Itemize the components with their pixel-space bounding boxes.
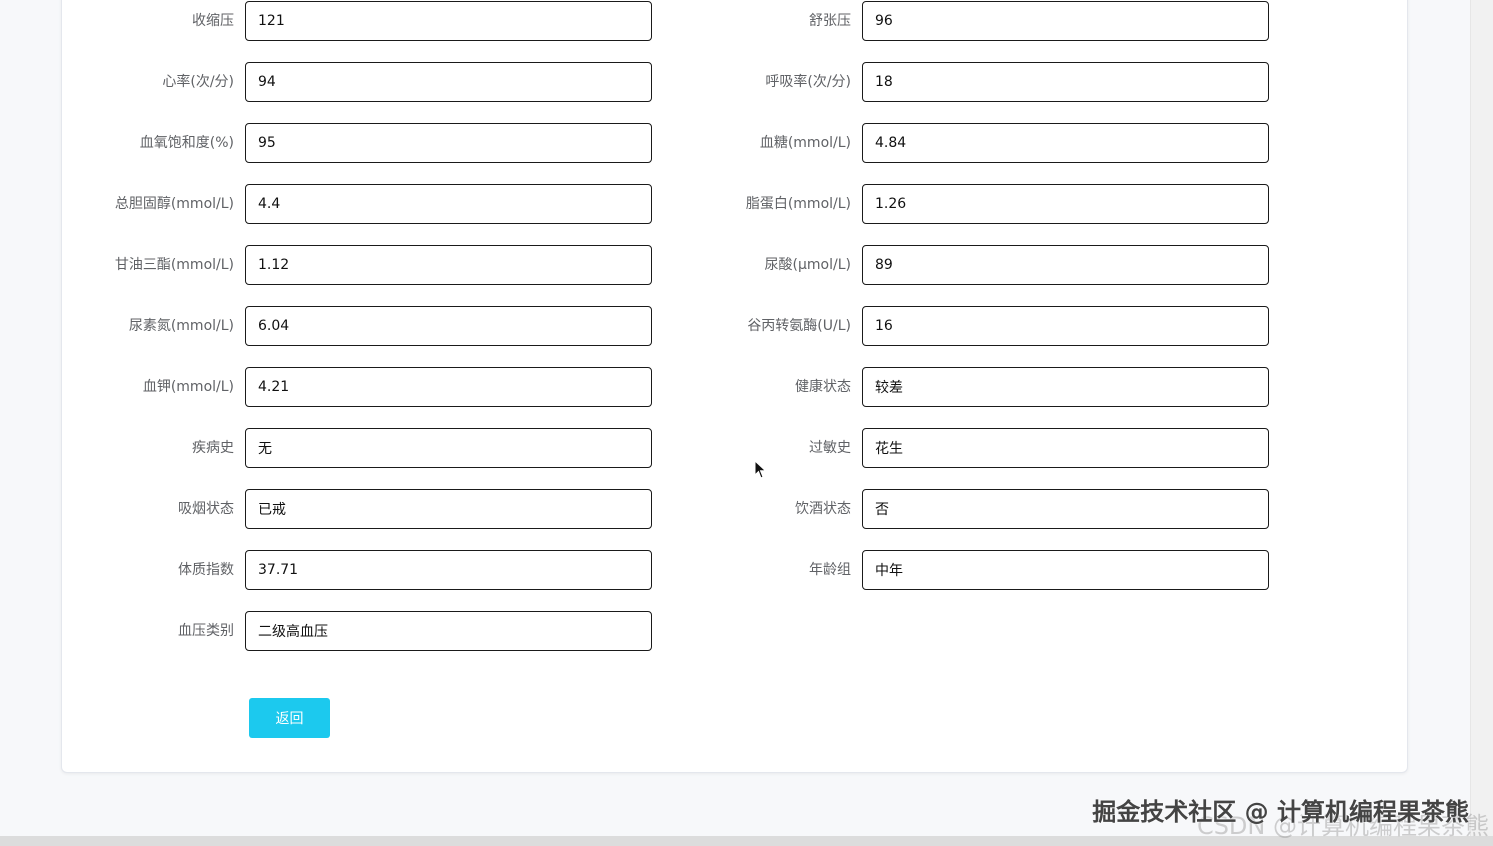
field-label: 甘油三酯(mmol/L) <box>114 257 234 273</box>
heart-rate-input[interactable] <box>245 62 652 102</box>
field-spo2: 血氧饱和度(%) <box>0 123 652 163</box>
field-label: 脂蛋白(mmol/L) <box>745 196 851 212</box>
health-status-input[interactable] <box>862 367 1269 407</box>
spo2-input[interactable] <box>245 123 652 163</box>
diastolic-input[interactable] <box>862 1 1269 41</box>
field-label: 血钾(mmol/L) <box>142 379 234 395</box>
drinking-input[interactable] <box>862 489 1269 529</box>
respiration-input[interactable] <box>862 62 1269 102</box>
field-health-status: 健康状态 <box>660 367 1269 407</box>
field-bun: 尿素氮(mmol/L) <box>0 306 652 346</box>
field-diastolic: 舒张压 <box>660 1 1269 41</box>
field-uric-acid: 尿酸(μmol/L) <box>660 245 1269 285</box>
field-allergy-history: 过敏史 <box>660 428 1269 468</box>
field-label: 血氧饱和度(%) <box>139 135 234 151</box>
field-label: 尿酸(μmol/L) <box>764 257 851 273</box>
field-systolic: 收缩压 <box>0 1 652 41</box>
bp-category-input[interactable] <box>245 611 652 651</box>
triglycerides-input[interactable] <box>245 245 652 285</box>
uric-acid-input[interactable] <box>862 245 1269 285</box>
field-label: 吸烟状态 <box>178 501 234 517</box>
page-viewport: 收缩压 心率(次/分) 血氧饱和度(%) 总胆固醇(mmol/L) 甘油三酯(m… <box>0 0 1470 836</box>
field-label: 谷丙转氨酶(U/L) <box>747 318 851 334</box>
potassium-input[interactable] <box>245 367 652 407</box>
smoking-input[interactable] <box>245 489 652 529</box>
field-label: 过敏史 <box>809 440 851 456</box>
field-label: 血糖(mmol/L) <box>759 135 851 151</box>
field-label: 疾病史 <box>192 440 234 456</box>
field-respiration: 呼吸率(次/分) <box>660 62 1269 102</box>
field-label: 收缩压 <box>192 13 234 29</box>
age-group-input[interactable] <box>862 550 1269 590</box>
field-potassium: 血钾(mmol/L) <box>0 367 652 407</box>
disease-history-input[interactable] <box>245 428 652 468</box>
field-cholesterol: 总胆固醇(mmol/L) <box>0 184 652 224</box>
bmi-input[interactable] <box>245 550 652 590</box>
field-label: 体质指数 <box>178 562 234 578</box>
field-bmi: 体质指数 <box>0 550 652 590</box>
field-label: 呼吸率(次/分) <box>765 74 851 90</box>
field-age-group: 年龄组 <box>660 550 1269 590</box>
bun-input[interactable] <box>245 306 652 346</box>
field-heart-rate: 心率(次/分) <box>0 62 652 102</box>
cholesterol-input[interactable] <box>245 184 652 224</box>
field-label: 尿素氮(mmol/L) <box>128 318 234 334</box>
field-alt: 谷丙转氨酶(U/L) <box>660 306 1269 346</box>
field-label: 健康状态 <box>795 379 851 395</box>
watermark-juejin: 掘金技术社区 @ 计算机编程果茶熊 <box>1092 798 1469 826</box>
field-label: 舒张压 <box>809 13 851 29</box>
allergy-history-input[interactable] <box>862 428 1269 468</box>
systolic-input[interactable] <box>245 1 652 41</box>
field-label: 饮酒状态 <box>795 501 851 517</box>
field-lipoprotein: 脂蛋白(mmol/L) <box>660 184 1269 224</box>
vertical-scrollbar[interactable] <box>1470 0 1493 846</box>
mouse-cursor-icon <box>754 460 767 479</box>
field-drinking: 饮酒状态 <box>660 489 1269 529</box>
field-smoking: 吸烟状态 <box>0 489 652 529</box>
field-disease-history: 疾病史 <box>0 428 652 468</box>
field-triglycerides: 甘油三酯(mmol/L) <box>0 245 652 285</box>
glucose-input[interactable] <box>862 123 1269 163</box>
field-label: 血压类别 <box>178 623 234 639</box>
lipoprotein-input[interactable] <box>862 184 1269 224</box>
field-label: 年龄组 <box>809 562 851 578</box>
field-label: 总胆固醇(mmol/L) <box>114 196 234 212</box>
back-button[interactable]: 返回 <box>249 698 330 738</box>
field-glucose: 血糖(mmol/L) <box>660 123 1269 163</box>
field-label: 心率(次/分) <box>162 74 234 90</box>
field-bp-category: 血压类别 <box>0 611 652 651</box>
alt-input[interactable] <box>862 306 1269 346</box>
